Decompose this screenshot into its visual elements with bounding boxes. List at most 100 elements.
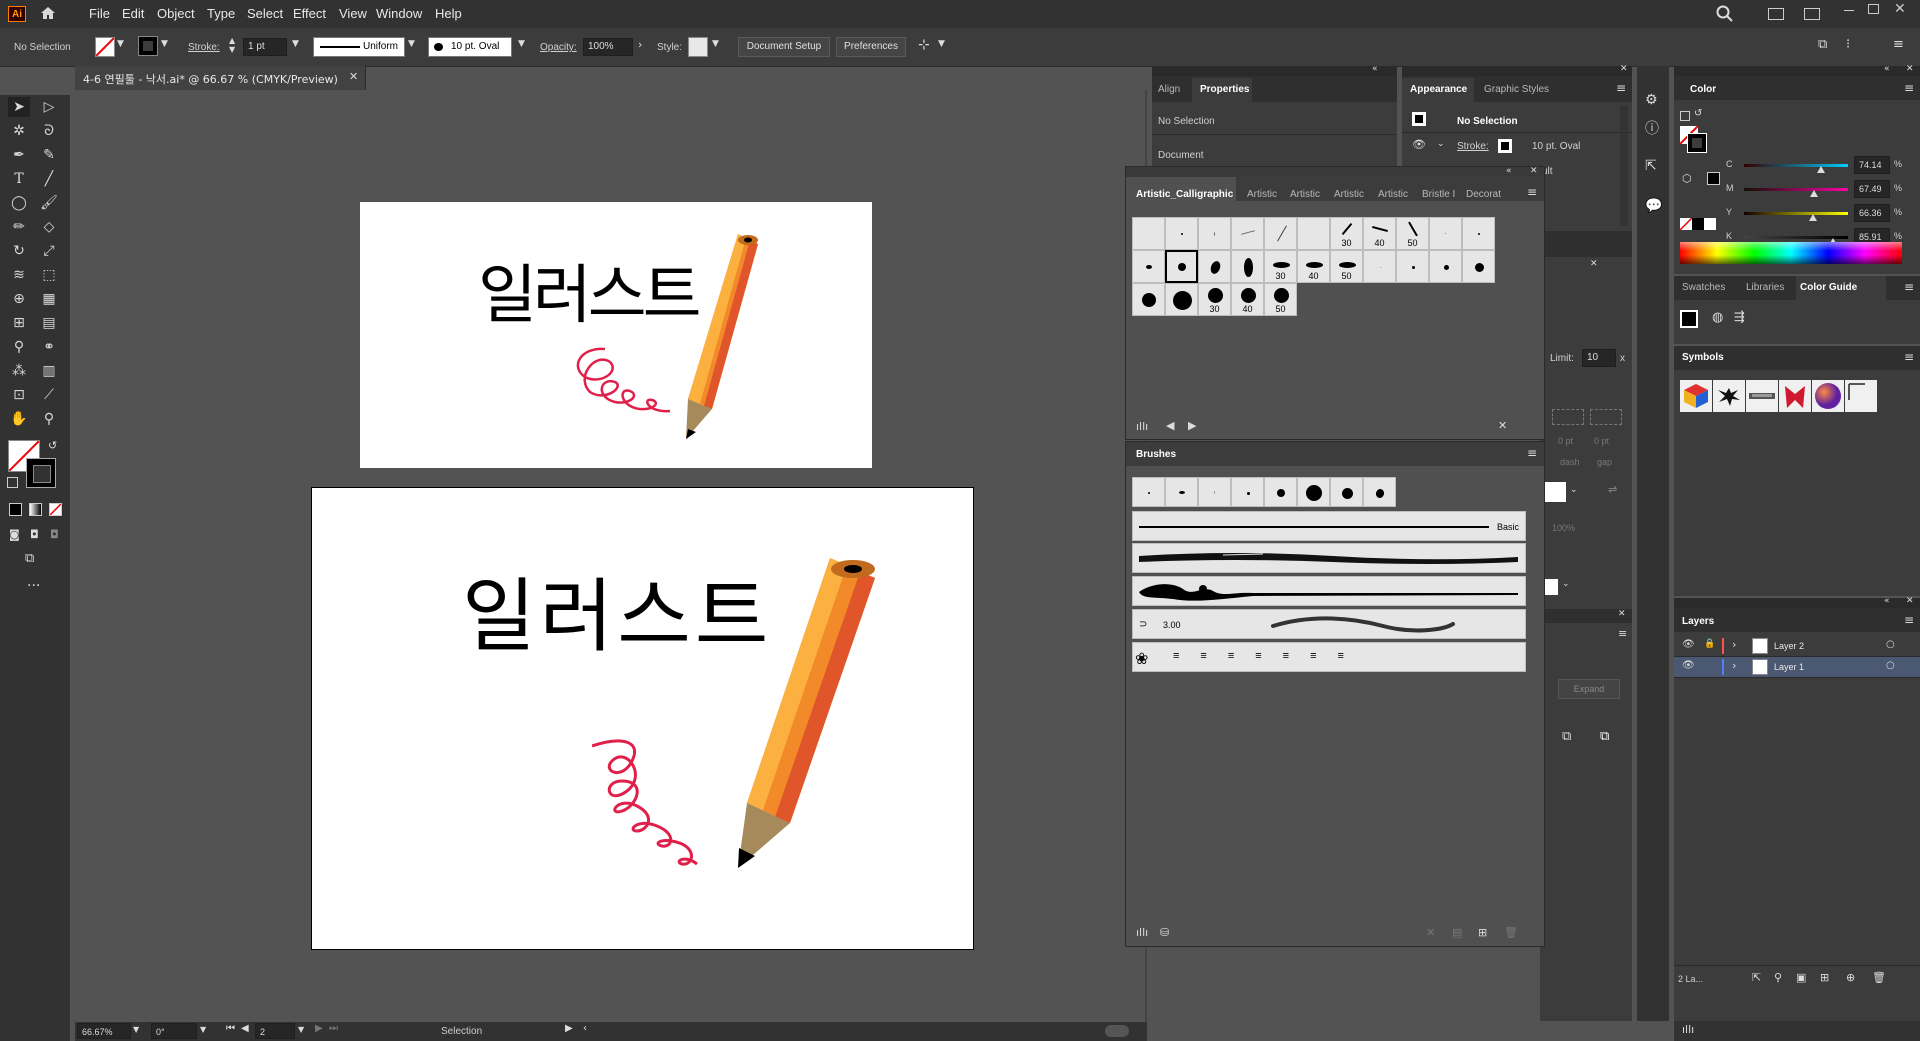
brush-swatch[interactable]: 30 bbox=[1264, 250, 1297, 283]
brush-swatch[interactable] bbox=[1297, 217, 1330, 250]
chevron-down-icon[interactable]: ⌄ bbox=[1562, 579, 1570, 589]
panel-menu-icon[interactable]: ≡ bbox=[1904, 350, 1914, 364]
gradient-mode-icon[interactable] bbox=[29, 503, 42, 516]
brush-swatch[interactable] bbox=[1363, 477, 1396, 507]
ellipse-tool-icon[interactable]: ◯ bbox=[8, 193, 30, 213]
none-mode-icon[interactable] bbox=[49, 503, 62, 516]
paintbrush-tool-icon[interactable]: 🖌 bbox=[38, 193, 60, 213]
artboard-tool-icon[interactable]: ⊡ bbox=[8, 385, 30, 405]
black-swatch[interactable] bbox=[1692, 218, 1704, 230]
menu-select[interactable]: Select bbox=[247, 6, 283, 21]
brush-swatch[interactable] bbox=[1330, 477, 1363, 507]
layer-row[interactable]: 👁 › Layer 1 ○ bbox=[1674, 657, 1920, 678]
eye-icon[interactable]: 👁 bbox=[1682, 660, 1695, 671]
brush-swatch[interactable]: 40 bbox=[1363, 217, 1396, 250]
brush-swatch[interactable] bbox=[1132, 477, 1165, 507]
chevron-down-icon[interactable]: ▼ bbox=[938, 39, 945, 49]
tab-appearance[interactable]: Appearance bbox=[1410, 84, 1467, 95]
tab-brushes[interactable]: Brushes bbox=[1136, 449, 1176, 460]
brush-swatch[interactable] bbox=[1198, 250, 1231, 283]
stroke-profile-select[interactable]: Uniform bbox=[313, 37, 405, 57]
brush-swatch[interactable] bbox=[1198, 217, 1231, 250]
home-icon[interactable] bbox=[40, 6, 56, 20]
comments-icon[interactable]: 💬 bbox=[1645, 198, 1662, 214]
out-of-gamut-icon[interactable]: ⬡ bbox=[1682, 172, 1692, 185]
minimize-icon[interactable] bbox=[1844, 10, 1854, 11]
close-icon[interactable]: ✕ bbox=[1894, 1, 1906, 17]
brush-options-icon[interactable]: ▤ bbox=[1452, 926, 1462, 939]
brush-swatch[interactable]: 50 bbox=[1396, 217, 1429, 250]
channel-slider-c[interactable] bbox=[1744, 164, 1848, 167]
new-layer-icon[interactable]: ⊕ bbox=[1846, 971, 1855, 984]
rotate-tool-icon[interactable]: ↻ bbox=[8, 241, 30, 261]
previous-artboard-icon[interactable]: ◀ bbox=[241, 1023, 249, 1034]
scroll-left-icon[interactable]: ‹ bbox=[583, 1023, 587, 1034]
channel-slider-thumb[interactable] bbox=[1817, 166, 1826, 173]
panel-menu-icon[interactable]: ≡ bbox=[1904, 613, 1914, 627]
panel-menu-icon[interactable]: ≡ bbox=[1616, 81, 1626, 95]
brush-definition-select[interactable]: 10 pt. Oval bbox=[428, 37, 512, 57]
swap-fill-stroke-icon[interactable]: ↺ bbox=[48, 439, 57, 452]
type-tool-icon[interactable]: T bbox=[8, 169, 30, 189]
library-icon[interactable]: ıllı bbox=[1682, 1023, 1694, 1036]
guide-base-color[interactable] bbox=[1680, 310, 1698, 328]
brush-swatch[interactable] bbox=[1165, 477, 1198, 507]
brush-swatch[interactable] bbox=[1264, 217, 1297, 250]
brush-swatch[interactable]: 50 bbox=[1330, 250, 1363, 283]
appearance-stroke-swatch[interactable] bbox=[1498, 139, 1512, 153]
brush-swatch[interactable] bbox=[1264, 477, 1297, 507]
mesh-tool-icon[interactable]: ⊞ bbox=[8, 313, 30, 333]
brush-basic-row[interactable]: Basic bbox=[1132, 511, 1526, 541]
previous-library-icon[interactable]: ◀ bbox=[1166, 419, 1174, 432]
brush-swatch[interactable] bbox=[1297, 477, 1330, 507]
brush-swatch[interactable] bbox=[1198, 477, 1231, 507]
channel-value-c[interactable]: 74.14 bbox=[1854, 156, 1890, 174]
miter-limit-field[interactable]: 10 bbox=[1582, 349, 1616, 367]
symbol-corner[interactable] bbox=[1845, 380, 1877, 412]
symbol-ribbon[interactable] bbox=[1779, 380, 1811, 412]
target-icon[interactable]: ○ bbox=[1886, 660, 1895, 671]
pathfinder-icon[interactable]: ⧉ bbox=[1562, 729, 1571, 744]
color-mode-icon[interactable] bbox=[9, 503, 22, 516]
new-brush-icon[interactable]: ⊞ bbox=[1478, 926, 1487, 939]
slice-tool-icon[interactable]: ⟋ bbox=[38, 385, 60, 405]
brush-swatch[interactable]: 40 bbox=[1231, 283, 1264, 316]
symbol-sphere[interactable] bbox=[1812, 380, 1844, 412]
chevron-down-icon[interactable]: ▼ bbox=[712, 39, 719, 49]
stroke-swatch[interactable] bbox=[138, 36, 158, 56]
chevron-down-icon[interactable]: ⌄ bbox=[1570, 485, 1578, 495]
collapse-icon[interactable]: ✕ bbox=[1590, 259, 1598, 269]
expand-layer-icon[interactable]: › bbox=[1732, 638, 1736, 651]
menu-view[interactable]: View bbox=[339, 6, 367, 21]
curvature-tool-icon[interactable]: ✎ bbox=[38, 145, 60, 165]
libraries-icon[interactable]: ⛁ bbox=[1160, 926, 1169, 939]
eye-icon[interactable]: 👁 bbox=[1412, 138, 1426, 151]
expand-layer-icon[interactable]: › bbox=[1732, 659, 1736, 672]
expand-button[interactable]: Expand bbox=[1558, 679, 1620, 699]
close-icon[interactable]: ✕ bbox=[1530, 166, 1538, 176]
remove-stroke-icon[interactable]: ✕ bbox=[1426, 926, 1435, 939]
menu-help[interactable]: Help bbox=[435, 6, 462, 21]
eye-icon[interactable]: 👁 bbox=[1682, 639, 1695, 650]
tab-layers[interactable]: Layers bbox=[1682, 616, 1714, 627]
black-swatch[interactable] bbox=[1707, 172, 1720, 185]
collapse-icon[interactable]: « bbox=[1884, 596, 1890, 606]
style-swatch[interactable] bbox=[688, 37, 708, 57]
panel-menu-icon[interactable]: ≡ bbox=[1527, 446, 1537, 460]
scrollbar[interactable] bbox=[1620, 106, 1628, 226]
menu-effect[interactable]: Effect bbox=[293, 6, 326, 21]
canvas[interactable]: 일러스트 일러스트 bbox=[75, 90, 1147, 1022]
chevron-down-icon[interactable]: ▼ bbox=[518, 39, 525, 49]
brush-swatch[interactable] bbox=[1165, 283, 1198, 316]
clipping-mask-icon[interactable]: ▣ bbox=[1796, 971, 1806, 984]
tab-graphic-styles[interactable]: Graphic Styles bbox=[1484, 84, 1549, 95]
tab-align[interactable]: Align bbox=[1158, 84, 1180, 95]
scale-tool-icon[interactable]: ⤢ bbox=[38, 241, 60, 261]
white-swatch[interactable] bbox=[1704, 218, 1716, 230]
hand-tool-icon[interactable]: ✋ bbox=[8, 409, 30, 429]
brush-pattern-row[interactable]: ❀ ≡≡≡≡≡≡≡ bbox=[1132, 642, 1526, 672]
tab-artistic-4[interactable]: Artistic bbox=[1378, 189, 1408, 200]
chevron-down-icon[interactable]: ▼ bbox=[292, 39, 299, 49]
eyedropper-tool-icon[interactable]: ⚲ bbox=[8, 337, 30, 357]
tab-artistic-calligraphic[interactable]: Artistic_Calligraphic bbox=[1136, 189, 1233, 200]
